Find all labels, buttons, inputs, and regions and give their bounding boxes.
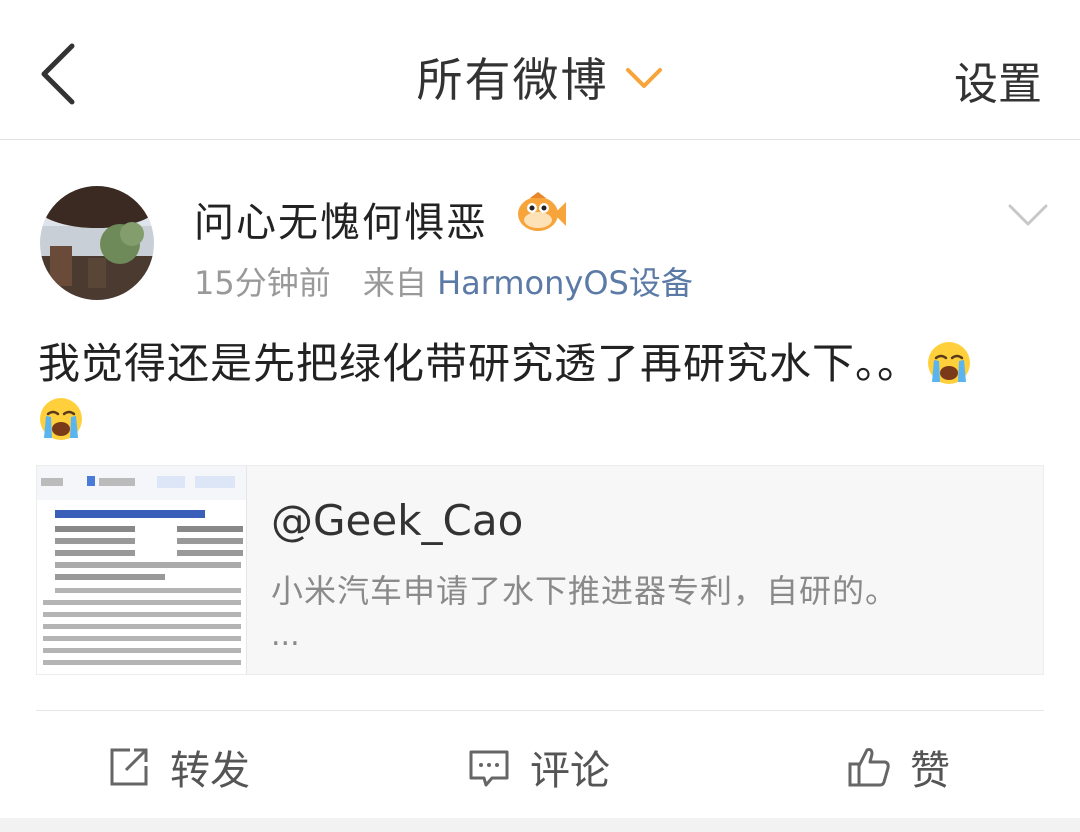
feed-separator [0,818,1080,832]
repost-author: @Geek_Cao [271,496,524,545]
like-button[interactable]: 赞 [846,732,950,802]
post-card: 问心无愧何惧恶 15分钟前 来自 HarmonyOS设备 我觉得还是先把绿化带研… [0,140,1080,820]
thumbs-up-icon [848,748,890,787]
fish-badge-icon [518,192,566,231]
divider [36,710,1044,711]
repost-card[interactable]: @Geek_Cao 小米汽车申请了水下推进器专利，自研的。 ... [36,465,1044,675]
post-source-link[interactable]: HarmonyOS设备 [437,264,693,302]
action-bar: 转发 评论 赞 [0,732,1080,802]
username[interactable]: 问心无愧何惧恶 [194,190,488,248]
repost-ellipsis: ... [271,618,300,653]
repost-button[interactable]: 转发 [106,732,250,802]
settings-button[interactable]: 设置 [954,48,1042,112]
top-navigation-bar: 所有微博 设置 [0,0,1080,140]
chevron-down-icon [625,68,662,88]
post-text: 我觉得还是先把绿化带研究透了再研究水下。。 [38,339,921,388]
repost-icon [110,748,148,786]
avatar[interactable] [40,186,154,300]
comment-icon [469,750,509,787]
repost-label: 转发 [170,748,250,794]
crying-emoji-icon [928,342,971,384]
comment-button[interactable]: 评论 [466,732,610,802]
repost-text: 小米汽车申请了水下推进器专利，自研的。 [271,572,899,610]
feed-filter-dropdown[interactable]: 所有微博 [0,44,1080,110]
patent-thumbnail [37,466,247,674]
source-prefix: 来自 [362,264,427,302]
comment-label: 评论 [530,748,610,794]
post-time: 15分钟前 [194,264,331,302]
like-label: 赞 [910,748,950,794]
crying-emoji-icon [40,398,82,440]
post-meta: 15分钟前 来自 HarmonyOS设备 [194,258,693,304]
post-content: 我觉得还是先把绿化带研究透了再研究水下。。 [38,336,1038,448]
more-options-icon[interactable] [1006,200,1050,230]
page-title: 所有微博 [416,53,609,107]
